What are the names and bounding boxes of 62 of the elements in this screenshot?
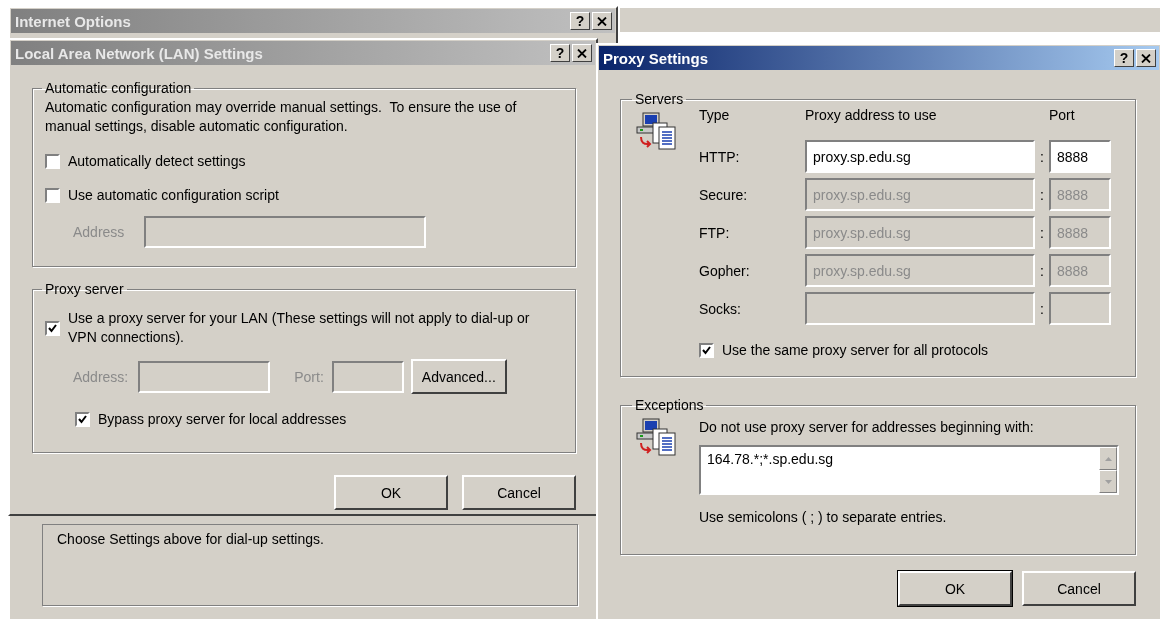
cancel-button[interactable]: Cancel [462,475,576,510]
port-field[interactable]: 8888 [1049,140,1111,173]
protocol-label: Gopher: [699,262,751,279]
colon-separator: : [1039,300,1045,317]
group-label: Exceptions [634,397,705,413]
close-button[interactable] [592,12,612,30]
close-icon [1141,53,1151,63]
checkbox-label: Use automatic configuration script [68,187,279,203]
close-button[interactable] [572,44,592,62]
field-label: Address: [73,368,129,385]
window-title: Local Area Network (LAN) Settings [15,44,263,62]
checkbox-label: Automatically detect settings [68,153,246,169]
port-field[interactable] [331,360,404,393]
hint-text: Use semicolons ( ; ) to separate entries. [699,509,948,525]
checkbox[interactable] [699,342,714,358]
checkbox[interactable] [45,153,60,169]
description-text: Automatic configuration may override manual settings. To ensure the use of manual settings, disable automatic configuration. [45,98,518,136]
colon-separator: : [1039,262,1045,279]
protocol-label: HTTP: [699,148,741,165]
address-field[interactable] [144,216,427,248]
protocol-label: FTP: [699,224,731,241]
field-label: Port: [294,368,324,385]
scroll-up-button[interactable] [1099,447,1117,470]
ok-button[interactable]: OK [898,571,1012,606]
exceptions-prompt: Do not use proxy server for addresses beginning with: [699,419,1035,435]
checkbox-label: Bypass proxy server for local addresses [98,411,347,427]
colon-separator: : [1039,224,1045,241]
help-button[interactable]: ? [550,44,570,62]
close-button[interactable] [1136,49,1156,67]
protocol-label: Socks: [699,300,742,317]
checkbox[interactable] [75,411,90,427]
close-icon [597,16,607,26]
proxy-address-field[interactable]: proxy.sp.edu.sg [805,140,1035,173]
checkbox-label: Use the same proxy server for all protocols [722,342,989,358]
help-button[interactable]: ? [570,12,590,30]
group-label: Proxy server [44,281,125,297]
group-label: Automatic configuration [44,80,193,96]
window-title: Internet Options [15,12,131,30]
column-header: Proxy address to use [805,107,938,125]
checkbox-label: Use a proxy server for your LAN (These settings will not apply to dial-up or VPN connections). [68,309,531,347]
exceptions-text-area[interactable]: 164.78.*;*.sp.edu.sg [699,445,1119,495]
checkbox[interactable] [45,187,60,203]
close-icon [577,48,587,58]
up-arrow-icon [1104,456,1112,461]
protocol-label: Secure: [699,186,749,203]
ok-button[interactable]: OK [334,475,448,510]
down-arrow-icon [1104,479,1112,484]
port-field[interactable] [1049,292,1111,325]
advanced-button[interactable]: Advanced... [410,359,507,394]
dialup-note: Choose Settings above for dial-up settings. [57,531,324,547]
cancel-button[interactable]: Cancel [1022,571,1136,606]
help-button[interactable]: ? [1114,49,1134,67]
column-header: Port [1049,107,1076,125]
field-label: Address [73,224,125,240]
address-field[interactable] [138,360,271,393]
group-label: Servers [634,91,685,107]
scroll-down-button[interactable] [1099,470,1117,493]
colon-separator: : [1039,148,1045,165]
window-title: Proxy Settings [603,49,709,67]
checkbox[interactable] [45,321,60,336]
column-header: Type [699,107,731,125]
colon-separator: : [1039,186,1045,203]
